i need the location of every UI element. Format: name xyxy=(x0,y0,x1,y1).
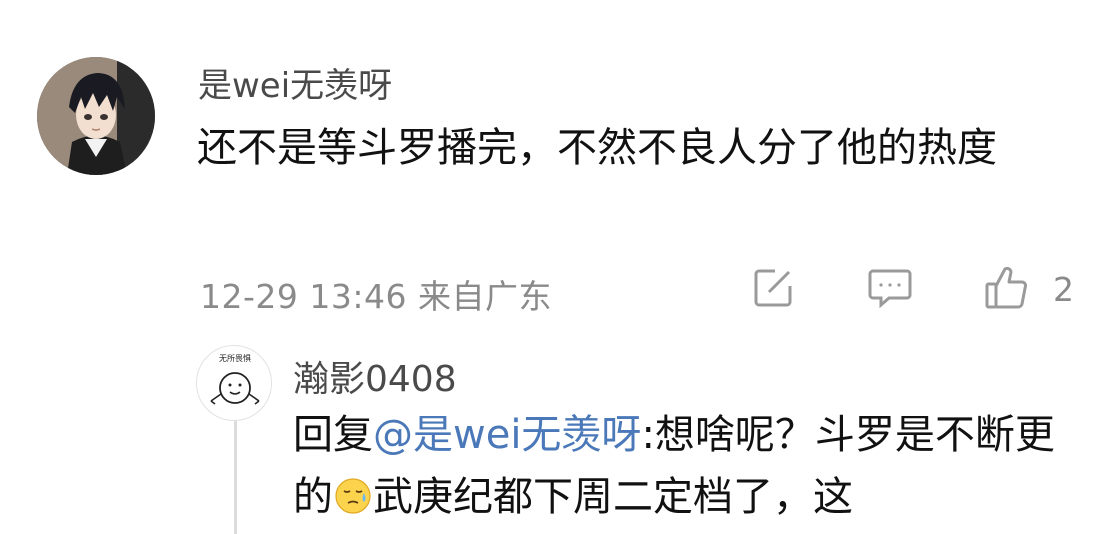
avatar[interactable] xyxy=(37,57,155,175)
reply-username[interactable]: 瀚影0408 xyxy=(293,350,457,402)
edit-icon[interactable] xyxy=(749,264,797,312)
comment-meta: 12-29 13:46 来自广东 xyxy=(200,270,552,318)
reply-avatar[interactable]: 无所畏惧 xyxy=(196,345,272,421)
comment-icon[interactable] xyxy=(866,264,914,312)
sticker-avatar-image: 无所畏惧 xyxy=(210,353,260,405)
reply-prefix: 回复 xyxy=(293,412,373,458)
comment-timestamp: 12-29 13:46 xyxy=(200,277,407,316)
anime-avatar-image xyxy=(37,57,155,175)
comment-text: 还不是等斗罗播完，不然不良人分了他的热度 xyxy=(197,125,997,171)
comment-username[interactable]: 是wei无羡呀 xyxy=(198,58,392,107)
avatar-caption: 无所畏惧 xyxy=(219,353,251,363)
like-count: 2 xyxy=(1053,270,1074,309)
thumbs-up-icon[interactable] xyxy=(982,264,1030,312)
sweat-emoji-icon xyxy=(335,478,371,514)
comment-location: 来自广东 xyxy=(417,277,552,316)
mention-link[interactable]: @是wei无羡呀 xyxy=(373,412,641,458)
reply-body-2: 武庚纪都下周二定档了，这 xyxy=(373,474,853,520)
thread-line xyxy=(234,420,237,534)
reply-text: 回复@是wei无羡呀:想啥呢？斗罗是不断更的 武庚纪都下周二定档了，这 xyxy=(293,404,1083,528)
